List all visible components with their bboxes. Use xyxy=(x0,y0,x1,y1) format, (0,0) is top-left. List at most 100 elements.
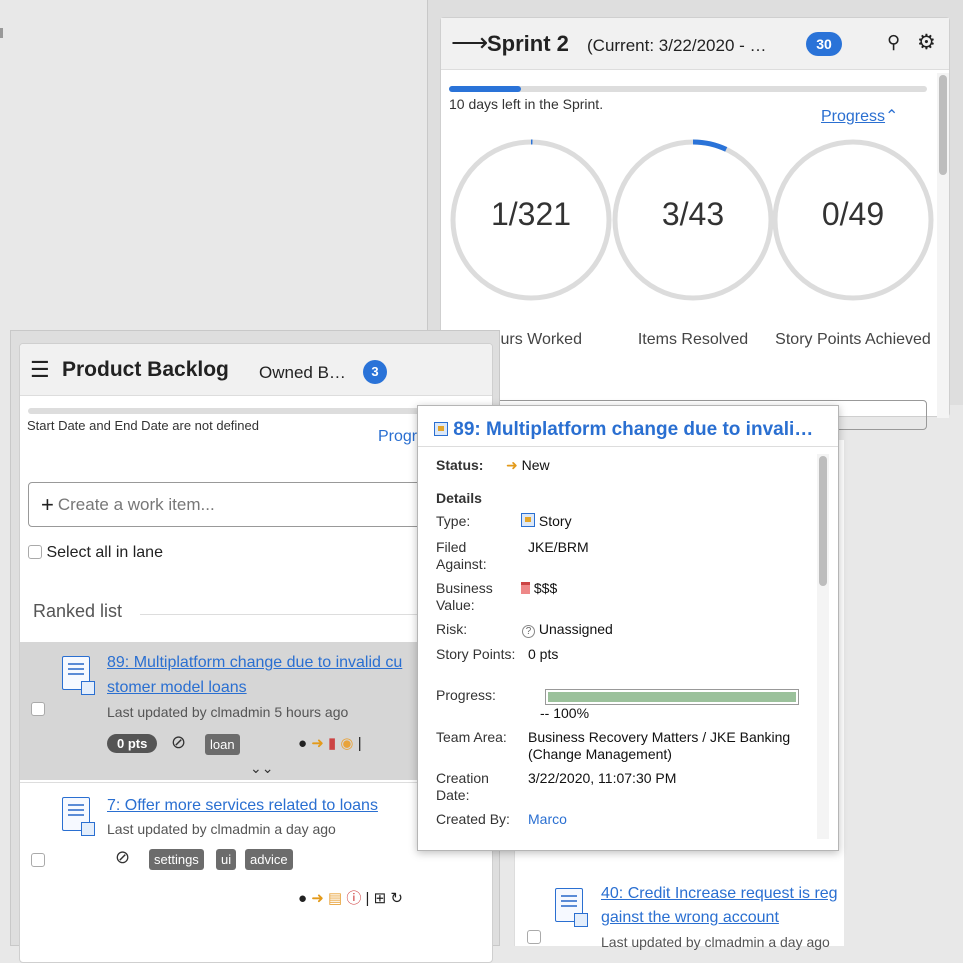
work-item-icon xyxy=(62,797,95,836)
days-left-text: 10 days left in the Sprint. xyxy=(449,96,604,112)
created-by-label: Created By: xyxy=(436,811,510,827)
pin-icon[interactable]: ⚲ xyxy=(887,32,900,53)
scroll-edge xyxy=(0,28,3,38)
sprint-title[interactable]: Sprint 2 xyxy=(487,31,569,57)
status-value-text: New xyxy=(521,457,550,473)
popup-title[interactable]: 89: Multiplatform change due to invali… xyxy=(434,419,813,441)
backlog-subtitle: Owned B… xyxy=(259,363,346,382)
item-title-line1[interactable]: 89: Multiplatform change due to invalid … xyxy=(107,651,402,674)
backlog-header: ☰ Product Backlog Owned B… 3 xyxy=(20,344,492,396)
sprint-card: ⟶ Sprint 2 (Current: 3/22/2020 - … 30 ⚲ … xyxy=(440,17,950,430)
item-title[interactable]: 7: Offer more services related to loans xyxy=(107,794,378,817)
work-item-icon xyxy=(555,888,588,927)
priority-arrow-icon[interactable]: ➜ xyxy=(311,890,324,907)
sprint-count-badge: 30 xyxy=(806,32,842,56)
tag-icon[interactable]: ⊘ xyxy=(171,732,186,753)
sprint-column: ⟶ Sprint 2 (Current: 3/22/2020 - … 30 ⚲ … xyxy=(427,0,963,430)
details-heading: Details xyxy=(436,490,482,506)
owner-avatar-icon[interactable]: ● xyxy=(298,890,307,907)
tag-settings[interactable]: settings xyxy=(149,849,204,870)
priority-arrow-icon[interactable]: ➜ xyxy=(311,735,324,752)
separator: | xyxy=(357,735,362,752)
sprint-header: ⟶ Sprint 2 (Current: 3/22/2020 - … 30 ⚲ … xyxy=(441,18,949,70)
team-area-label: Team Area: xyxy=(436,729,507,745)
item-attribute-icons: ● ➜ ▤ ⓘ | ⊞ ↻ xyxy=(298,887,403,908)
refresh-icon[interactable]: ↻ xyxy=(390,890,403,907)
sprint-subtitle: (Current: 3/22/2020 - … xyxy=(587,36,767,55)
progress-toggle-link[interactable]: Progress⌃ xyxy=(821,106,898,126)
backlog-title[interactable]: Product Backlog xyxy=(62,358,229,382)
popup-title-text[interactable]: 89: Multiplatform change due to invali… xyxy=(453,419,813,440)
popup-progress-fill xyxy=(548,692,796,702)
item-meta: Last updated by clmadmin a day ago xyxy=(107,821,336,837)
popup-scrollbar[interactable] xyxy=(817,454,829,839)
type-value: Story xyxy=(521,513,572,530)
risk-label: Risk: xyxy=(436,621,468,637)
creation-date-label: Creation Date: xyxy=(436,770,489,803)
tag-loan[interactable]: loan xyxy=(205,734,240,755)
gauge-items-label: Items Resolved xyxy=(637,331,749,348)
ranked-list-heading: Ranked list xyxy=(33,601,123,621)
hierarchy-icon[interactable]: ⊞ xyxy=(374,890,387,907)
business-value-icon[interactable]: ▮ xyxy=(328,735,336,752)
gauge-points-label: Story Points Achieved xyxy=(775,331,931,348)
sprint-progress-fill xyxy=(449,86,521,92)
list-icon: ☰ xyxy=(30,357,50,382)
created-by-link[interactable]: Marco xyxy=(528,811,567,828)
story-icon xyxy=(434,422,448,436)
item40-meta: Last updated by clmadmin a day ago xyxy=(601,934,830,950)
business-value-label: Business Value: xyxy=(436,580,493,613)
gear-icon[interactable]: ⚙ xyxy=(917,30,936,55)
sprint-scrollbar-thumb[interactable] xyxy=(939,75,947,175)
item40-title-line2[interactable]: gainst the wrong account xyxy=(601,906,779,929)
business-value-icon xyxy=(521,582,530,594)
status-value: ➜ New xyxy=(506,457,550,474)
risk-value: ? Unassigned xyxy=(522,621,613,638)
gauge-items: 3/43 Items Resolved xyxy=(611,138,781,348)
filed-against-value: JKE/BRM xyxy=(528,539,589,555)
gauge-hours: 1/321 Hours Worked xyxy=(449,138,619,348)
type-value-text: Story xyxy=(538,513,572,529)
separator: | xyxy=(365,890,370,907)
status-arrow-icon: ➜ xyxy=(506,457,518,473)
arrow-right-icon: ⟶ xyxy=(451,27,489,57)
gauge-hours-value: 1/321 xyxy=(490,196,572,232)
divider xyxy=(418,446,838,447)
backlog-count-badge: 3 xyxy=(363,360,387,384)
item40-title-line1[interactable]: 40: Credit Increase request is reg xyxy=(601,882,838,905)
business-value-text: $$$ xyxy=(533,580,558,596)
backlog-dates-note: Start Date and End Date are not defined xyxy=(27,418,259,433)
tag-ui[interactable]: ui xyxy=(216,849,237,870)
tag-icon[interactable]: ⊘ xyxy=(115,847,130,868)
progress-value: -- 100% xyxy=(540,705,590,721)
risk-value-text: Unassigned xyxy=(538,621,613,637)
chevron-down-icon[interactable]: ⌄⌄ xyxy=(250,760,273,777)
item-checkbox[interactable] xyxy=(31,702,45,716)
item40-checkbox[interactable] xyxy=(527,930,541,944)
risk-icon[interactable]: ⓘ xyxy=(346,890,361,907)
sprint-gauges: 1/321 Hours Worked 3/43 Items Resolved 0… xyxy=(441,138,941,408)
points-pill[interactable]: 0 pts xyxy=(107,734,158,753)
backlog-progress-link[interactable]: Progr xyxy=(378,428,417,446)
item-title-line2[interactable]: stomer model loans xyxy=(107,676,247,699)
gauge-points-value: 0/49 xyxy=(821,196,885,232)
progress-label: Progress: xyxy=(436,687,496,703)
checkbox[interactable] xyxy=(28,545,42,559)
popup-scrollbar-thumb[interactable] xyxy=(819,456,827,586)
type-label: Type: xyxy=(436,513,471,529)
business-value-icon[interactable]: ▤ xyxy=(328,890,342,907)
sprint-scrollbar[interactable] xyxy=(937,73,949,418)
story-points-label: Story Points: xyxy=(436,646,516,662)
status-label: Status: xyxy=(436,457,484,473)
item-meta: Last updated by clmadmin 5 hours ago xyxy=(107,704,349,720)
work-item-hover-popup: 89: Multiplatform change due to invali… … xyxy=(417,405,839,851)
item-checkbox[interactable] xyxy=(31,853,45,867)
question-icon: ? xyxy=(522,625,535,638)
owner-avatar-icon[interactable]: ● xyxy=(298,735,307,752)
risk-icon[interactable]: ◉ xyxy=(340,735,353,752)
business-value-value: $$$ xyxy=(521,580,557,597)
select-all-checkbox[interactable]: Select all in lane xyxy=(28,544,163,562)
work-item-icon xyxy=(62,656,95,695)
story-icon xyxy=(521,513,535,527)
tag-advice[interactable]: advice xyxy=(245,849,293,870)
